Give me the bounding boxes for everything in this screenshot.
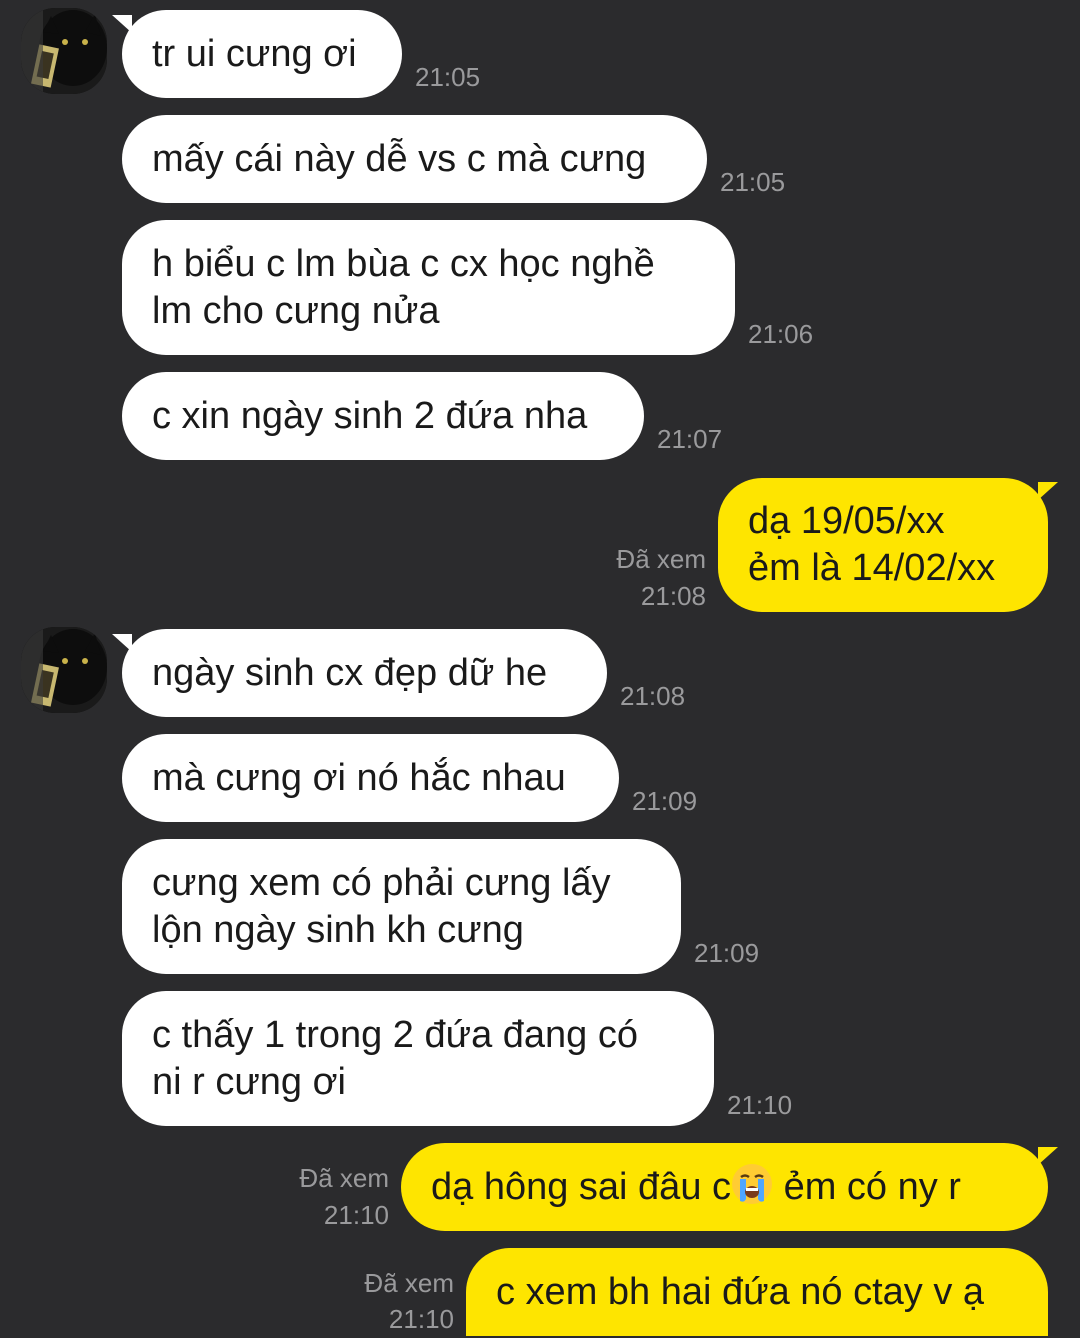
message-text: ni r cưng ơi <box>152 1060 346 1103</box>
message-timestamp: 21:08 <box>620 681 686 711</box>
message-text: h biểu c lm bùa c cx học nghề <box>152 242 655 285</box>
message-text: mấy cái này dễ vs c mà cưng <box>152 137 647 180</box>
incoming-message-bubble[interactable]: cưng xem có phải cưng lấy lộn ngày sinh … <box>122 839 681 974</box>
message-timestamp: 21:05 <box>415 62 481 92</box>
outgoing-message-bubble[interactable]: dạ hông sai đâu c ẻm có ny r <box>401 1143 1048 1231</box>
sender-avatar[interactable] <box>21 627 107 713</box>
message-timestamp: 21:06 <box>748 319 814 349</box>
message-text: dạ 19/05/xx <box>748 500 945 542</box>
bubble-tail <box>1038 482 1058 500</box>
incoming-message-bubble[interactable]: ngày sinh cx đẹp dữ he <box>122 629 607 717</box>
read-receipt: Đã xem <box>299 1163 389 1193</box>
message-text: lộn ngày sinh kh cưng <box>152 908 524 951</box>
message-text-part: ẻm có ny r <box>773 1166 961 1208</box>
black-cat-avatar-icon <box>21 8 107 94</box>
message-text: lm cho cưng nửa <box>152 289 440 332</box>
incoming-message-bubble[interactable]: h biểu c lm bùa c cx học nghề lm cho cưn… <box>122 220 735 355</box>
incoming-message-bubble[interactable]: c thấy 1 trong 2 đứa đang có ni r cưng ơ… <box>122 991 714 1126</box>
message-timestamp: 21:10 <box>388 1304 454 1334</box>
message-text: c xem bh hai đứa nó ctay v ạ <box>496 1270 985 1313</box>
message-text: cưng xem có phải cưng lấy <box>152 861 611 904</box>
read-receipt: Đã xem <box>616 544 706 574</box>
message-timestamp: 21:07 <box>657 424 723 454</box>
message-text: c thấy 1 trong 2 đứa đang có <box>152 1013 638 1056</box>
message-timestamp: 21:05 <box>720 167 786 197</box>
message-timestamp: 21:09 <box>694 938 760 968</box>
message-text: dạ hông sai đâu c ẻm có ny r <box>431 1163 1018 1211</box>
read-receipt: Đã xem <box>364 1268 454 1298</box>
outgoing-message-bubble[interactable]: c xem bh hai đứa nó ctay v ạ <box>466 1248 1048 1336</box>
message-timestamp: 21:09 <box>632 786 698 816</box>
message-timestamp: 21:08 <box>640 581 706 611</box>
message-text: ẻm là 14/02/xx <box>748 547 996 589</box>
message-timestamp: 21:10 <box>323 1200 389 1230</box>
message-text-part: dạ hông sai đâu c <box>431 1166 732 1208</box>
loudly-crying-face-emoji-icon <box>732 1164 773 1204</box>
message-text: mà cưng ơi nó hắc nhau <box>152 756 566 799</box>
message-text: ngày sinh cx đẹp dữ he <box>152 651 548 694</box>
incoming-message-bubble[interactable]: mà cưng ơi nó hắc nhau <box>122 734 619 822</box>
incoming-message-bubble[interactable]: mấy cái này dễ vs c mà cưng <box>122 115 707 203</box>
message-text: c xin ngày sinh 2 đứa nha <box>152 394 588 437</box>
outgoing-message-bubble[interactable]: dạ 19/05/xx ẻm là 14/02/xx <box>718 478 1048 612</box>
incoming-message-bubble[interactable]: tr ui cưng ơi <box>122 10 402 98</box>
black-cat-avatar-icon <box>21 627 107 713</box>
message-text: tr ui cưng ơi <box>152 32 357 75</box>
incoming-message-bubble[interactable]: c xin ngày sinh 2 đứa nha <box>122 372 644 460</box>
message-timestamp: 21:10 <box>727 1090 793 1120</box>
sender-avatar[interactable] <box>21 8 107 94</box>
bubble-tail <box>1038 1147 1058 1165</box>
